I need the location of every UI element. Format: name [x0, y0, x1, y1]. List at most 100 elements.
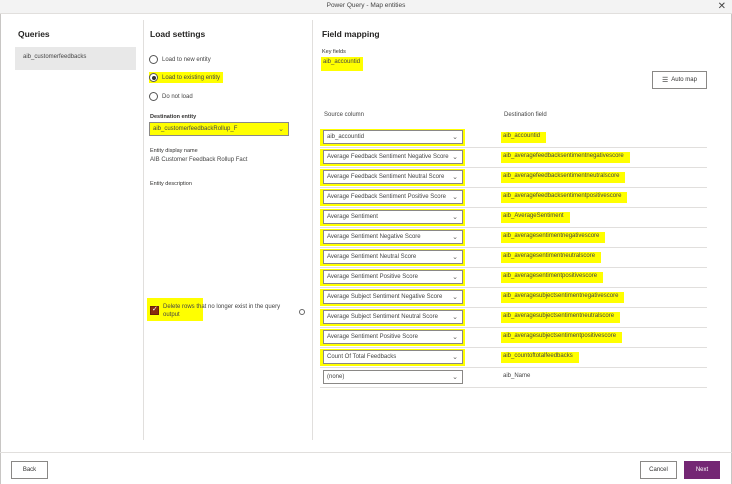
row-divider	[320, 387, 707, 388]
destination-field-value: aib_accountid	[501, 132, 547, 143]
destination-field-value: aib_averagefeedbacksentimentnegativescor…	[501, 152, 630, 163]
chevron-down-icon: ⌄	[452, 194, 458, 201]
destination-entity-label: Destination entity	[150, 114, 197, 120]
source-column-value: Average Feedback Sentiment Positive Scor…	[327, 194, 446, 200]
destination-field-value: aib_averagesentimentnegativescore	[501, 232, 606, 243]
source-column-value: Average Feedback Sentiment Negative Scor…	[327, 154, 449, 160]
source-column-select[interactable]: Average Subject Sentiment Negative Score…	[323, 290, 463, 304]
back-button[interactable]: Back	[11, 461, 48, 479]
auto-map-button[interactable]: ☰ Auto map	[652, 71, 707, 89]
destination-field-value: aib_AverageSentiment	[501, 212, 570, 223]
entity-display-name-value: AIB Customer Feedback Rollup Fact	[150, 157, 248, 163]
window-border-left	[0, 14, 1, 484]
key-fields-value[interactable]: aib_accountid	[321, 57, 364, 71]
radio-circle	[149, 92, 158, 101]
radio-circle	[149, 55, 158, 64]
info-circle-icon	[299, 309, 305, 315]
key-fields-label: Key fields	[322, 49, 346, 55]
row-divider	[320, 327, 707, 328]
source-column-value: Average Subject Sentiment Neutral Score	[327, 314, 438, 320]
query-item[interactable]: aib_customerfeedbacks	[15, 47, 136, 70]
delete-rows-checkbox[interactable]	[150, 305, 159, 315]
destination-field-value: aib_averagesubjectsentimentnegativescore	[501, 292, 625, 303]
chevron-down-icon: ⌄	[452, 214, 458, 221]
radio-label: Do not load	[162, 93, 193, 100]
chevron-down-icon: ⌄	[452, 174, 458, 181]
source-column-select[interactable]: Average Sentiment Neutral Score ⌄	[323, 250, 463, 264]
footer-divider	[0, 452, 732, 453]
destination-field-value: aib_averagesentimentneutralscore	[501, 252, 602, 263]
row-divider	[320, 147, 707, 148]
radio-label: Load to existing entity	[162, 74, 221, 81]
row-divider	[320, 307, 707, 308]
entity-display-name-label: Entity display name	[150, 148, 198, 154]
next-button[interactable]: Next	[684, 461, 720, 479]
source-column-value: Average Sentiment Neutral Score	[327, 254, 417, 260]
row-divider	[320, 187, 707, 188]
queries-heading: Queries	[18, 29, 50, 39]
row-divider	[320, 247, 707, 248]
source-column-select[interactable]: Average Feedback Sentiment Neutral Score…	[323, 170, 463, 184]
chevron-down-icon: ⌄	[452, 294, 458, 301]
source-column-value: Average Subject Sentiment Negative Score	[327, 294, 443, 300]
destination-field-value: aib_countoftotalfeedbacks	[501, 352, 579, 363]
chevron-down-icon: ⌄	[452, 134, 458, 141]
source-column-value: aib_accountid	[327, 134, 365, 140]
row-divider	[320, 167, 707, 168]
destination-entity-value: aib_customerfeedbackRollup_F	[153, 126, 238, 132]
row-divider	[320, 287, 707, 288]
destination-entity-select[interactable]: aib_customerfeedbackRollup_F ⌄	[149, 122, 289, 136]
chevron-down-icon: ⌄	[452, 314, 458, 321]
destination-field-header: Destination field	[504, 112, 547, 118]
radio-do-not-load[interactable]: Do not load	[149, 92, 193, 101]
source-column-select[interactable]: Average Sentiment Negative Score ⌄	[323, 230, 463, 244]
radio-circle-selected	[149, 73, 158, 82]
chevron-down-icon: ⌄	[452, 374, 458, 381]
title-bar: Power Query - Map entities ✕	[0, 0, 732, 14]
divider	[312, 20, 313, 440]
chevron-down-icon: ⌄	[452, 254, 458, 261]
destination-field-value: aib_averagefeedbacksentimentpositivescor…	[501, 192, 628, 203]
auto-map-label: Auto map	[671, 77, 697, 83]
row-divider	[320, 347, 707, 348]
source-column-select[interactable]: Average Sentiment ⌄	[323, 210, 463, 224]
source-column-select[interactable]: Average Feedback Sentiment Negative Scor…	[323, 150, 463, 164]
source-column-value: Average Sentiment Positive Score	[327, 274, 418, 280]
chevron-down-icon: ⌄	[452, 354, 458, 361]
chevron-down-icon: ⌄	[452, 274, 458, 281]
chevron-down-icon: ⌄	[278, 126, 284, 133]
source-column-value: Count Of Total Feedbacks	[327, 354, 397, 360]
destination-field-value: aib_averagesubjectsentimentpositivescore	[501, 332, 623, 343]
chevron-down-icon: ⌄	[452, 334, 458, 341]
field-mapping-heading: Field mapping	[322, 29, 380, 39]
destination-field-value: aib_averagefeedbacksentimentneutralscore	[501, 172, 626, 183]
cancel-button[interactable]: Cancel	[640, 461, 677, 479]
close-icon[interactable]: ✕	[718, 0, 726, 14]
source-column-header: Source column	[324, 112, 365, 118]
chevron-down-icon: ⌄	[452, 234, 458, 241]
source-column-select[interactable]: Average Subject Sentiment Neutral Score ⌄	[323, 310, 463, 324]
entity-description-label: Entity description	[150, 181, 192, 187]
row-divider	[320, 367, 707, 368]
radio-load-existing-entity[interactable]: Load to existing entity	[149, 72, 224, 83]
source-column-select[interactable]: Average Feedback Sentiment Positive Scor…	[323, 190, 463, 204]
row-divider	[320, 267, 707, 268]
radio-load-new-entity[interactable]: Load to new entity	[149, 55, 211, 64]
divider	[143, 20, 144, 440]
list-icon: ☰	[662, 77, 669, 84]
destination-field-value: aib_Name	[503, 373, 531, 379]
load-settings-heading: Load settings	[150, 29, 206, 39]
delete-rows-label: Delete rows that no longer exist in the …	[163, 304, 281, 318]
source-column-select[interactable]: Count Of Total Feedbacks ⌄	[323, 350, 463, 364]
source-column-select[interactable]: Average Sentiment Positive Score ⌄	[323, 330, 463, 344]
destination-field-value: aib_averagesentimentpositivescore	[501, 272, 604, 283]
source-column-value: Average Sentiment	[327, 214, 378, 220]
window-title: Power Query - Map entities	[326, 2, 406, 9]
source-column-value: (none)	[327, 374, 345, 380]
row-divider	[320, 207, 707, 208]
radio-label: Load to new entity	[162, 56, 211, 63]
source-column-select[interactable]: Average Sentiment Positive Score ⌄	[323, 270, 463, 284]
source-column-value: Average Sentiment Negative Score	[327, 234, 421, 240]
source-column-select[interactable]: aib_accountid ⌄	[323, 130, 463, 144]
source-column-select[interactable]: (none) ⌄	[323, 370, 463, 384]
